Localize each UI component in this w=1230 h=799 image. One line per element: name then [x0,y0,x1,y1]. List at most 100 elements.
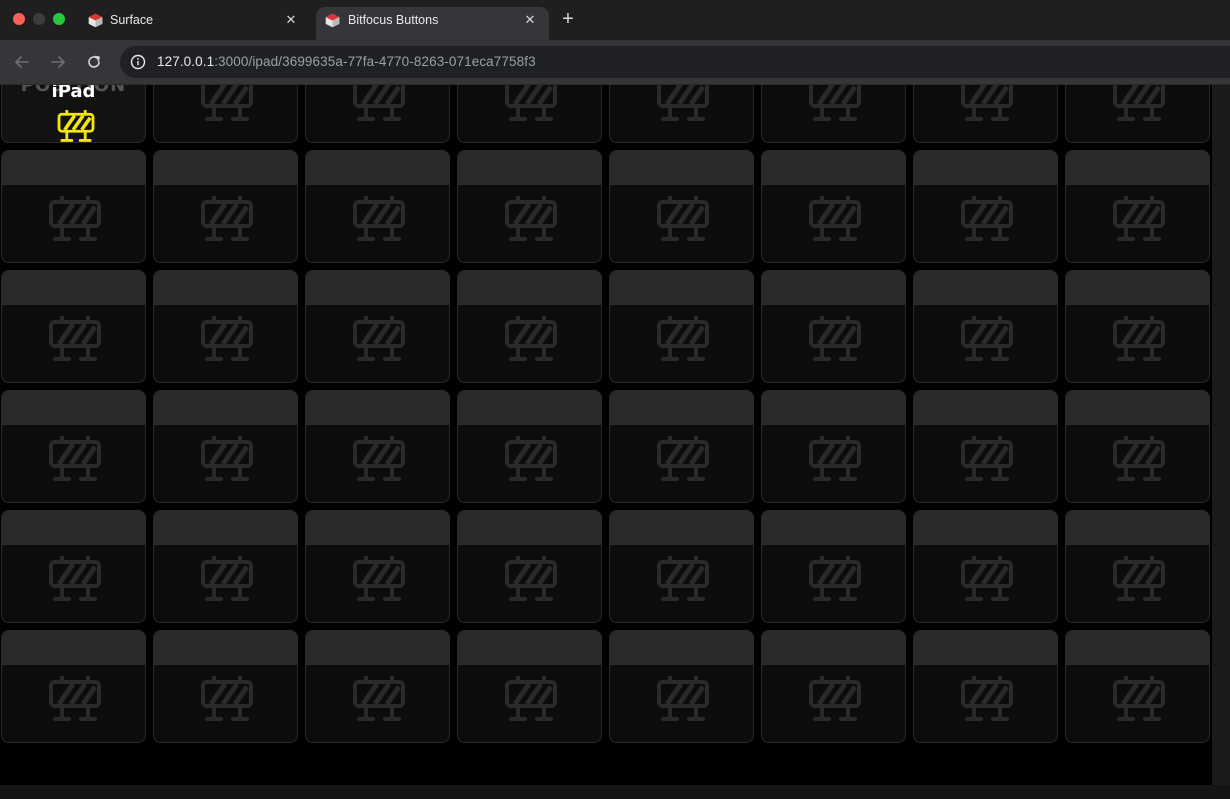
tab-bitfocus-buttons[interactable]: Bitfocus Buttons ✕ [316,7,549,40]
barrier-icon [353,676,405,721]
surface-button[interactable] [1,150,146,263]
surface-button[interactable] [761,150,906,263]
surface-button[interactable] [609,270,754,383]
surface-button[interactable] [761,270,906,383]
surface-button[interactable] [457,270,602,383]
surface-button[interactable] [457,85,602,143]
surface-button[interactable] [1065,390,1210,503]
tab-title: Surface [110,13,154,27]
surface-button[interactable] [153,390,298,503]
surface-button[interactable] [153,630,298,743]
barrier-icon [57,110,95,142]
surface-button[interactable] [913,85,1058,143]
surface-button[interactable] [1,390,146,503]
close-tab-icon[interactable]: ✕ [521,11,539,29]
barrier-icon [657,556,709,601]
button-header [762,391,905,425]
surface-button[interactable] [153,150,298,263]
surface-button[interactable] [761,390,906,503]
surface-button-ipad[interactable]: NO POSITIONiPad [1,85,146,143]
surface-button[interactable] [1065,270,1210,383]
surface-button[interactable] [1065,630,1210,743]
bitfocus-logo-icon [325,13,340,28]
surface-button[interactable] [305,630,450,743]
surface-button[interactable] [153,510,298,623]
surface-button[interactable] [1,510,146,623]
barrier-icon [1113,196,1165,241]
site-info-icon[interactable] [129,53,147,71]
surface-button[interactable] [305,270,450,383]
surface-button[interactable] [1065,510,1210,623]
address-bar[interactable]: 127.0.0.1:3000/ipad/3699635a-77fa-4770-8… [120,46,1230,78]
button-header [914,271,1057,305]
surface-button[interactable] [153,85,298,143]
browser-toolbar: 127.0.0.1:3000/ipad/3699635a-77fa-4770-8… [0,40,1230,85]
surface-button[interactable] [609,630,754,743]
surface-button[interactable] [457,150,602,263]
surface-button[interactable] [609,85,754,143]
barrier-icon [809,676,861,721]
button-header [610,271,753,305]
barrier-icon [961,436,1013,481]
back-button[interactable] [12,52,32,72]
surface-button[interactable] [761,510,906,623]
button-header [458,151,601,185]
tab-surface[interactable]: Surface ✕ [78,7,310,40]
button-header [762,631,905,665]
barrier-icon [961,316,1013,361]
button-header [2,271,145,305]
button-header [306,631,449,665]
surface-button[interactable] [609,510,754,623]
arrow-right-icon [51,56,65,68]
surface-button[interactable] [913,150,1058,263]
surface-button[interactable] [913,630,1058,743]
barrier-icon [657,436,709,481]
surface-button[interactable] [1,630,146,743]
barrier-icon [1113,556,1165,601]
surface-button[interactable] [609,390,754,503]
barrier-icon [505,556,557,601]
barrier-icon [201,196,253,241]
bitfocus-logo-icon [88,13,103,28]
surface-button[interactable] [457,390,602,503]
close-tab-icon[interactable]: ✕ [282,11,300,29]
surface-button[interactable] [305,150,450,263]
barrier-icon [809,85,861,121]
surface-button[interactable] [1,270,146,383]
button-header [762,271,905,305]
surface-button[interactable] [153,270,298,383]
surface-button[interactable] [913,390,1058,503]
barrier-icon [201,676,253,721]
button-header [914,511,1057,545]
surface-button[interactable] [913,270,1058,383]
button-header [154,391,297,425]
button-header [154,511,297,545]
button-header [458,631,601,665]
surface-button[interactable] [913,510,1058,623]
close-window-button[interactable] [13,13,25,25]
forward-button[interactable] [48,52,68,72]
surface-button[interactable] [305,510,450,623]
minimize-window-button[interactable] [33,13,45,25]
scrollbar[interactable] [1212,85,1230,785]
button-header [306,271,449,305]
url-host: 127.0.0.1 [157,54,215,69]
button-header [306,391,449,425]
surface-button[interactable] [609,150,754,263]
barrier-icon [49,676,101,721]
new-tab-button[interactable]: + [557,8,579,30]
surface-button[interactable] [305,390,450,503]
barrier-icon [49,196,101,241]
surface-button[interactable] [1065,150,1210,263]
surface-button[interactable] [457,630,602,743]
surface-button[interactable] [761,630,906,743]
surface-button[interactable] [305,85,450,143]
surface-button[interactable] [457,510,602,623]
surface-button[interactable] [1065,85,1210,143]
surface-button[interactable] [761,85,906,143]
reload-button[interactable] [84,52,104,72]
button-header [458,391,601,425]
arrow-left-icon [15,56,29,68]
button-header [610,511,753,545]
maximize-window-button[interactable] [53,13,65,25]
